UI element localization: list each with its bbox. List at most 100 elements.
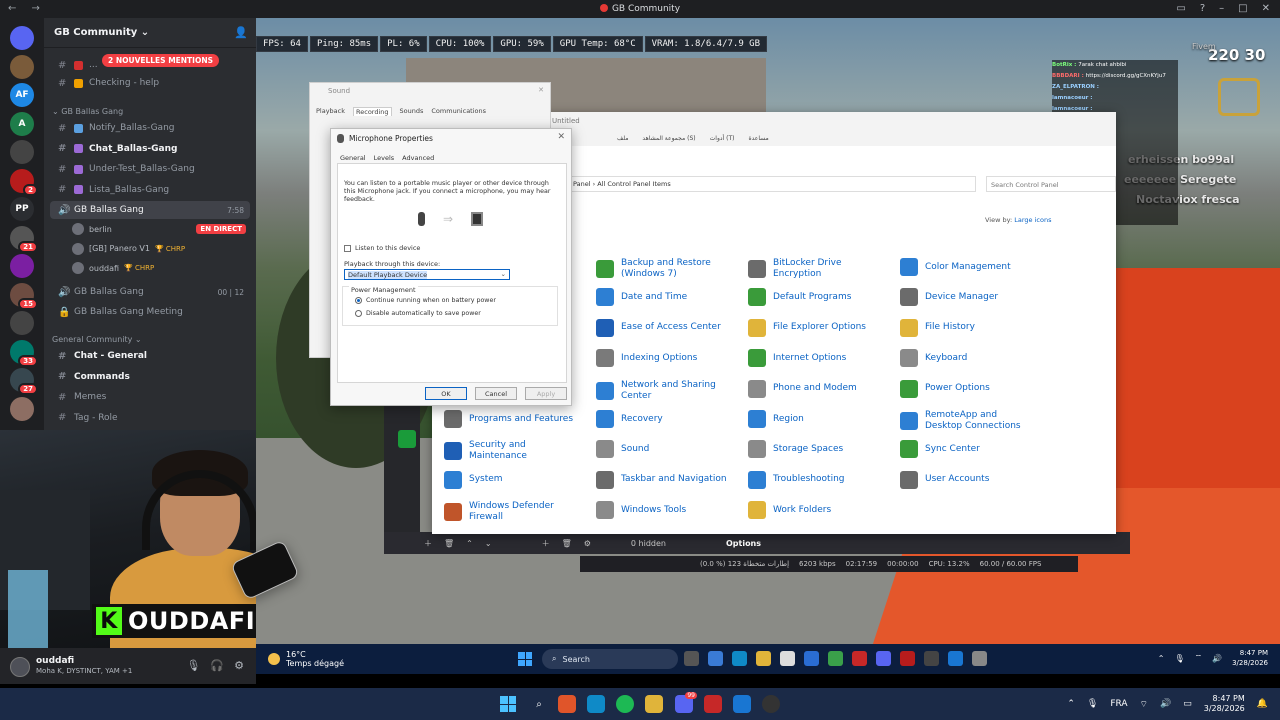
trash-icon[interactable]: 🗑	[444, 539, 454, 548]
checkbox[interactable]	[344, 244, 351, 252]
server-icon[interactable]: 2	[10, 168, 38, 196]
server-icon[interactable]	[10, 140, 34, 164]
new-mentions-pill[interactable]: 2 NOUVELLES MENTIONS	[102, 54, 220, 67]
control-panel-item[interactable]: Keyboard	[900, 349, 967, 368]
cancel-button[interactable]: Cancel	[475, 387, 517, 400]
volume-icon[interactable]: 🔊	[1160, 699, 1171, 709]
chrome-icon[interactable]	[828, 651, 843, 666]
control-panel-item[interactable]: RemoteApp and Desktop Connections	[900, 410, 1037, 432]
remove-source-icon[interactable]: 🗑	[562, 539, 572, 548]
control-panel-item[interactable]: Power Options	[900, 379, 990, 398]
close-button[interactable]: ✕	[1262, 3, 1270, 14]
control-panel-item[interactable]: Windows Tools	[596, 501, 686, 520]
close-icon[interactable]: ✕	[538, 86, 544, 94]
start-icon[interactable]	[518, 652, 532, 666]
discord-icon[interactable]: 99	[675, 692, 697, 713]
category-header[interactable]: ⌄ GB Ballas Gang	[52, 107, 123, 116]
options-button[interactable]: Options	[726, 539, 761, 548]
sound-tab[interactable]: Sounds	[400, 107, 424, 116]
chevron-up-icon[interactable]: ⌃	[1158, 654, 1165, 663]
voice-channel-active[interactable]: 🔊 GB Ballas Gang 7:58	[50, 201, 250, 219]
wifi-icon[interactable]: ⌔	[1140, 699, 1148, 710]
control-panel-item[interactable]: File History	[900, 318, 975, 337]
obs-icon[interactable]	[762, 695, 780, 713]
control-panel-item[interactable]: Programs and Features	[444, 410, 573, 428]
voice-user[interactable]: berlin	[72, 221, 112, 237]
avatar[interactable]	[10, 657, 30, 677]
volume-icon[interactable]: 🔊	[1212, 654, 1222, 663]
control-panel-item[interactable]: File Explorer Options	[748, 318, 866, 337]
copilot-icon[interactable]	[708, 651, 723, 666]
control-panel-item[interactable]: Storage Spaces	[748, 440, 843, 459]
server-icon[interactable]: PP	[10, 197, 34, 221]
control-panel-item[interactable]: System	[444, 470, 503, 489]
microphone-icon[interactable]: 🎙	[1087, 699, 1098, 709]
up-icon[interactable]: ⌃	[466, 539, 473, 548]
menu-item[interactable]: ملف	[617, 135, 628, 142]
clock[interactable]: 8:47 PM 3/28/2026	[1232, 648, 1268, 668]
task-view-icon[interactable]	[684, 651, 699, 666]
server-icon[interactable]: 33	[10, 339, 38, 367]
start-icon[interactable]	[500, 696, 516, 712]
voice-channel[interactable]: 🔒 GB Ballas Gang Meeting	[50, 303, 250, 321]
power-option-continue[interactable]: Continue running when on battery power	[355, 297, 496, 304]
sound-tab[interactable]: Recording	[353, 107, 392, 116]
menu-item[interactable]: مجموعة المشاهد (S)	[642, 135, 695, 142]
control-panel-item[interactable]: Troubleshooting	[748, 470, 845, 489]
channel-item[interactable]: # Chat_Ballas-Gang	[50, 140, 250, 158]
control-panel-item[interactable]: Ease of Access Center	[596, 318, 721, 337]
store-icon[interactable]	[780, 651, 795, 666]
vscode-icon[interactable]	[733, 695, 751, 713]
battery-icon[interactable]: ▭	[1183, 699, 1192, 709]
ok-button[interactable]: OK	[425, 387, 467, 400]
server-icon[interactable]: 21	[10, 225, 38, 253]
control-panel-item[interactable]: Color Management	[900, 258, 1011, 276]
control-panel-item[interactable]: Phone and Modem	[748, 379, 857, 398]
power-option-disable[interactable]: Disable automatically to save power	[355, 310, 481, 317]
server-icon[interactable]	[10, 26, 34, 50]
maximize-button[interactable]: □	[1238, 3, 1247, 14]
server-icon[interactable]: AF	[10, 83, 34, 107]
channel-item[interactable]: # Notify_Ballas-Gang	[50, 119, 250, 137]
server-icon[interactable]: A	[10, 111, 34, 136]
mic-tab[interactable]: Levels	[371, 153, 398, 163]
server-icon[interactable]	[10, 311, 34, 335]
gear-icon[interactable]: ⚙	[234, 659, 244, 672]
language-indicator[interactable]: FRA	[1110, 699, 1127, 709]
control-panel-item[interactable]: Region	[748, 410, 804, 428]
file-explorer-icon[interactable]	[645, 695, 663, 713]
search-icon[interactable]: ⌕	[530, 695, 548, 713]
notification-icon[interactable]: 🔔	[1257, 699, 1268, 709]
mic-tab[interactable]: Advanced	[399, 153, 437, 163]
server-icon[interactable]	[10, 254, 34, 278]
spotify-icon[interactable]	[616, 695, 634, 713]
voice-user[interactable]: [GB] Panero V1 🏆 CHRP	[72, 241, 185, 257]
mic-tab[interactable]: General	[337, 153, 369, 163]
server-icon[interactable]	[10, 396, 34, 421]
server-header[interactable]: GB Community ⌄ 👤	[44, 18, 256, 48]
channel-item[interactable]: # Tag - Role	[50, 409, 250, 427]
add-icon[interactable]: ＋	[424, 538, 432, 549]
control-panel-item[interactable]: Indexing Options	[596, 349, 697, 368]
microphone-icon[interactable]: 🎙	[186, 659, 200, 672]
search-input[interactable]: Search Control Panel	[986, 176, 1116, 192]
control-panel-item[interactable]: Device Manager	[900, 288, 998, 307]
app-icon[interactable]	[924, 651, 939, 666]
invite-icon[interactable]: 👤	[234, 26, 248, 39]
add-source-icon[interactable]: ＋	[542, 538, 550, 549]
clock[interactable]: 8:47 PM 3/28/2026	[1204, 694, 1245, 714]
channel-item[interactable]: # Chat - General	[50, 347, 250, 365]
brave-icon[interactable]	[558, 695, 576, 713]
app-icon[interactable]	[900, 651, 915, 666]
voice-channel[interactable]: 🔊 GB Ballas Gang 00 | 12	[50, 283, 250, 301]
server-icon[interactable]: 27	[10, 368, 38, 395]
channel-item[interactable]: # Commands	[50, 368, 250, 386]
channel-item[interactable]: # Under-Test_Ballas-Gang	[50, 160, 250, 178]
control-panel-item[interactable]: Default Programs	[748, 288, 851, 307]
settings-icon[interactable]: ⚙	[584, 539, 591, 548]
wifi-icon[interactable]: ⌔	[1195, 653, 1203, 663]
control-panel-item[interactable]: Date and Time	[596, 288, 687, 307]
control-panel-item[interactable]: Sound	[596, 440, 649, 459]
menu-item[interactable]: أدوات (T)	[710, 135, 735, 142]
mail-icon[interactable]	[804, 651, 819, 666]
